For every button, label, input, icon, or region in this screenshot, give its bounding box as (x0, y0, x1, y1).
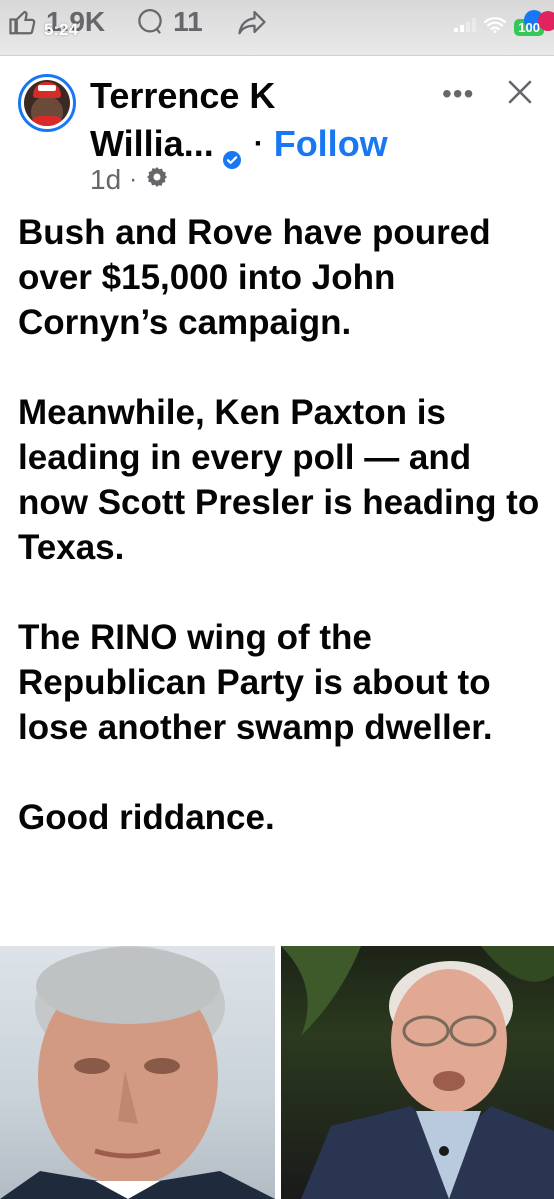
post-text: Bush and Rove have poured over $15,000 i… (18, 210, 543, 840)
avatar-photo (24, 80, 70, 126)
post-photo-rove[interactable] (281, 946, 554, 1199)
like-icon[interactable] (8, 7, 38, 37)
wifi-icon (484, 17, 507, 38)
post-paragraph: Bush and Rove have poured over $15,000 i… (18, 213, 491, 342)
name-separator: · (253, 127, 264, 160)
comment-icon[interactable] (135, 7, 165, 37)
post-paragraph: The RINO wing of the Republican Party is… (18, 618, 493, 747)
author-name-line1[interactable]: Terrence K (90, 76, 275, 116)
avatar-shirt (30, 116, 64, 126)
privacy-gear-icon[interactable] (145, 164, 169, 196)
post-photos (0, 946, 554, 1199)
signal-icon (454, 18, 477, 37)
post-photo-bush[interactable] (0, 946, 275, 1199)
post-meta: 1d · (90, 164, 169, 196)
battery-indicator: 100 (514, 10, 554, 36)
post-paragraph: Meanwhile, Ken Paxton is leading in ever… (18, 393, 540, 567)
battery-level: 100 (518, 20, 540, 35)
post-age[interactable]: 1d (90, 164, 121, 196)
share-icon[interactable] (237, 7, 267, 37)
post-header: Terrence K Willia... · Follow 1d · ••• (0, 56, 554, 206)
notification-badge-red (538, 11, 554, 31)
follow-button[interactable]: Follow (274, 124, 388, 164)
close-icon[interactable] (506, 78, 534, 111)
system-indicators: 100 (454, 10, 554, 38)
avatar-hat-text (38, 85, 56, 91)
meta-separator: · (129, 166, 138, 193)
more-options-button[interactable]: ••• (442, 78, 474, 110)
verified-icon (222, 138, 242, 169)
avatar[interactable] (18, 74, 76, 132)
author-name-row: Willia... · Follow (90, 124, 388, 169)
post-paragraph: Good riddance. (18, 798, 275, 837)
author-name-line2[interactable]: Willia... (90, 124, 214, 164)
status-bar: 1.9K 11 5:24 100 (0, 0, 554, 56)
comment-count: 11 (173, 6, 203, 37)
clock-time: 5:24 (44, 20, 79, 39)
